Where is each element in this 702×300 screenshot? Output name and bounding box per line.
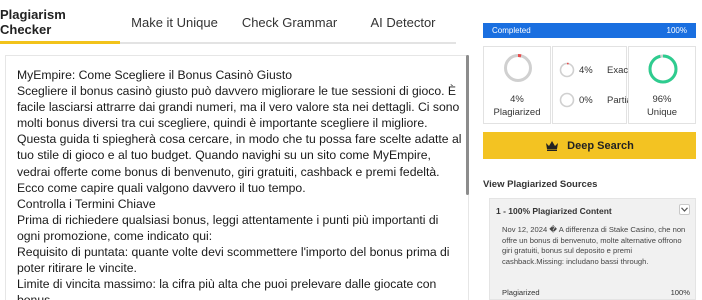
breakdown-card: 4% Exact 0% Partial	[552, 46, 634, 124]
sources-heading: View Plagiarized Sources	[483, 179, 598, 190]
stats-row: 4% Plagiarized 4% Exact 0% Partial 96% U…	[483, 46, 696, 124]
text-line: Limite di vincita massimo: la cifra più …	[17, 277, 437, 300]
unique-card: 96% Unique	[628, 46, 696, 124]
partial-ring-icon	[559, 92, 575, 108]
partial-row: 0% Partial	[559, 92, 634, 108]
text-line: MyEmpire: Come Scegliere il Bonus Casinò…	[17, 68, 293, 82]
source-footer-label: Plagiarized	[502, 288, 540, 297]
plagiarized-label: Plagiarized	[493, 107, 541, 118]
exact-percent: 4%	[579, 64, 593, 76]
progress-value: 100%	[666, 26, 687, 35]
unique-label: Unique	[646, 107, 678, 118]
checked-text[interactable]: MyEmpire: Come Scegliere il Bonus Casinò…	[17, 67, 463, 300]
unique-ring-icon	[648, 54, 678, 84]
plagiarized-percent: 4%	[510, 94, 524, 105]
plagiarized-ring-icon	[504, 54, 532, 82]
source-footer: Plagiarized 100%	[502, 288, 690, 297]
tab-check-grammar[interactable]: Check Grammar	[229, 2, 350, 44]
source-item[interactable]: 1 - 100% Plagiarized Content Nov 12, 202…	[489, 198, 696, 300]
source-heading: 1 - 100% Plagiarized Content	[496, 206, 612, 216]
chevron-down-icon	[681, 207, 688, 212]
text-line: Scegliere il bonus casinò giusto può dav…	[17, 84, 460, 131]
partial-percent: 0%	[579, 94, 593, 106]
unique-percent: 96%	[652, 94, 672, 105]
text-line: Prima di richiedere qualsiasi bonus, leg…	[17, 212, 439, 243]
text-line: Questa guida ti spiegherà cosa cercare, …	[17, 132, 462, 195]
text-line: Requisito di puntata: quante volte devi …	[17, 245, 450, 276]
progress-bar: Completed 100%	[483, 23, 696, 38]
tab-bar: Plagiarism Checker Make it Unique Check …	[0, 0, 470, 46]
collapse-button[interactable]	[679, 204, 690, 215]
tab-ai-detector[interactable]: AI Detector	[350, 2, 456, 44]
tab-make-it-unique[interactable]: Make it Unique	[120, 2, 229, 44]
tab-plagiarism-checker[interactable]: Plagiarism Checker	[0, 2, 120, 44]
crown-icon	[546, 141, 559, 151]
text-input-panel[interactable]: MyEmpire: Come Scegliere il Bonus Casinò…	[5, 55, 469, 300]
deep-search-label: Deep Search	[567, 139, 634, 152]
deep-search-button[interactable]: Deep Search	[483, 132, 696, 159]
exact-ring-icon	[559, 62, 575, 78]
progress-label: Completed	[492, 26, 531, 35]
plagiarized-card: 4% Plagiarized	[483, 46, 551, 124]
text-line: Controlla i Termini Chiave	[17, 196, 156, 211]
text-scrollbar[interactable]	[466, 55, 469, 195]
results-panel: Completed 100% 4% Plagiarized 4% Exact 0…	[483, 0, 698, 300]
exact-row: 4% Exact	[559, 62, 631, 78]
source-footer-value: 100%	[670, 288, 690, 297]
source-snippet: Nov 12, 2024 � A differenza di Stake Cas…	[502, 225, 686, 266]
